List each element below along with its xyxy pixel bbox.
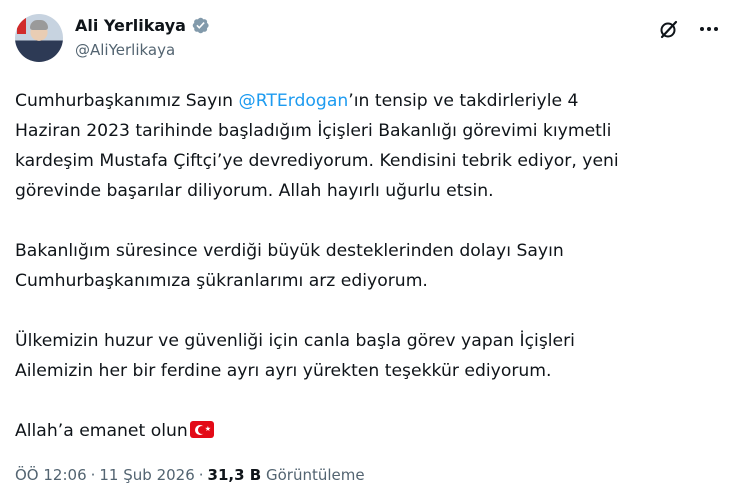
tweet-date[interactable]: 11 Şub 2026	[99, 466, 194, 484]
separator: ·	[90, 466, 96, 484]
grok-icon[interactable]	[658, 18, 680, 40]
avatar-hair	[30, 20, 48, 30]
views-count: 31,3 B	[207, 466, 262, 484]
tweet-line: görevinde başarılar diliyorum. Allah hay…	[15, 181, 494, 201]
tweet-line: Cumhurbaşkanımız Sayın @RTErdogan’ın ten…	[15, 86, 715, 116]
more-icon[interactable]	[698, 18, 720, 40]
avatar[interactable]	[15, 14, 63, 62]
tweet-actions-top	[658, 18, 720, 40]
mention-link[interactable]: @RTErdogan	[239, 91, 349, 111]
tweet-line: Cumhurbaşkanımıza şükranlarımı arz ediyo…	[15, 271, 428, 291]
tweet-line: Haziran 2023 tarihinde başladığım İçişle…	[15, 121, 612, 141]
tweet-meta: ÖÖ 12:06 · 11 Şub 2026 · 31,3 B Görüntüleme	[15, 466, 365, 484]
tweet-line: kardeşim Mustafa Çiftçi’ye devrediyorum.…	[15, 151, 619, 171]
display-name[interactable]: Ali Yerlikaya	[75, 16, 186, 35]
tweet-line: Ülkemizin huzur ve güvenliği için canla …	[15, 331, 575, 351]
turkey-flag-icon: ★	[189, 421, 214, 438]
text-span: Allah’a emanet olun	[15, 421, 188, 441]
tweet-line: Allah’a emanet olun ★	[15, 416, 715, 446]
tweet-text: Cumhurbaşkanımız Sayın @RTErdogan’ın ten…	[15, 86, 715, 446]
tweet-time[interactable]: ÖÖ 12:06	[15, 466, 87, 484]
separator: ·	[198, 466, 204, 484]
tweet-header: Ali Yerlikaya @AliYerlikaya	[15, 12, 722, 64]
avatar-flag	[17, 18, 26, 34]
text-span: ’ın tensip ve takdirleriyle 4	[348, 91, 579, 111]
text-span: Cumhurbaşkanımız Sayın	[15, 91, 239, 111]
verified-badge-icon[interactable]	[191, 16, 210, 35]
views-label: Görüntüleme	[265, 466, 365, 484]
handle[interactable]: @AliYerlikaya	[75, 41, 175, 59]
tweet-line: Ailemizin her bir ferdine ayrı ayrı yüre…	[15, 361, 552, 381]
name-row: Ali Yerlikaya	[75, 16, 210, 35]
tweet-line: Bakanlığım süresince verdiği büyük deste…	[15, 241, 564, 261]
